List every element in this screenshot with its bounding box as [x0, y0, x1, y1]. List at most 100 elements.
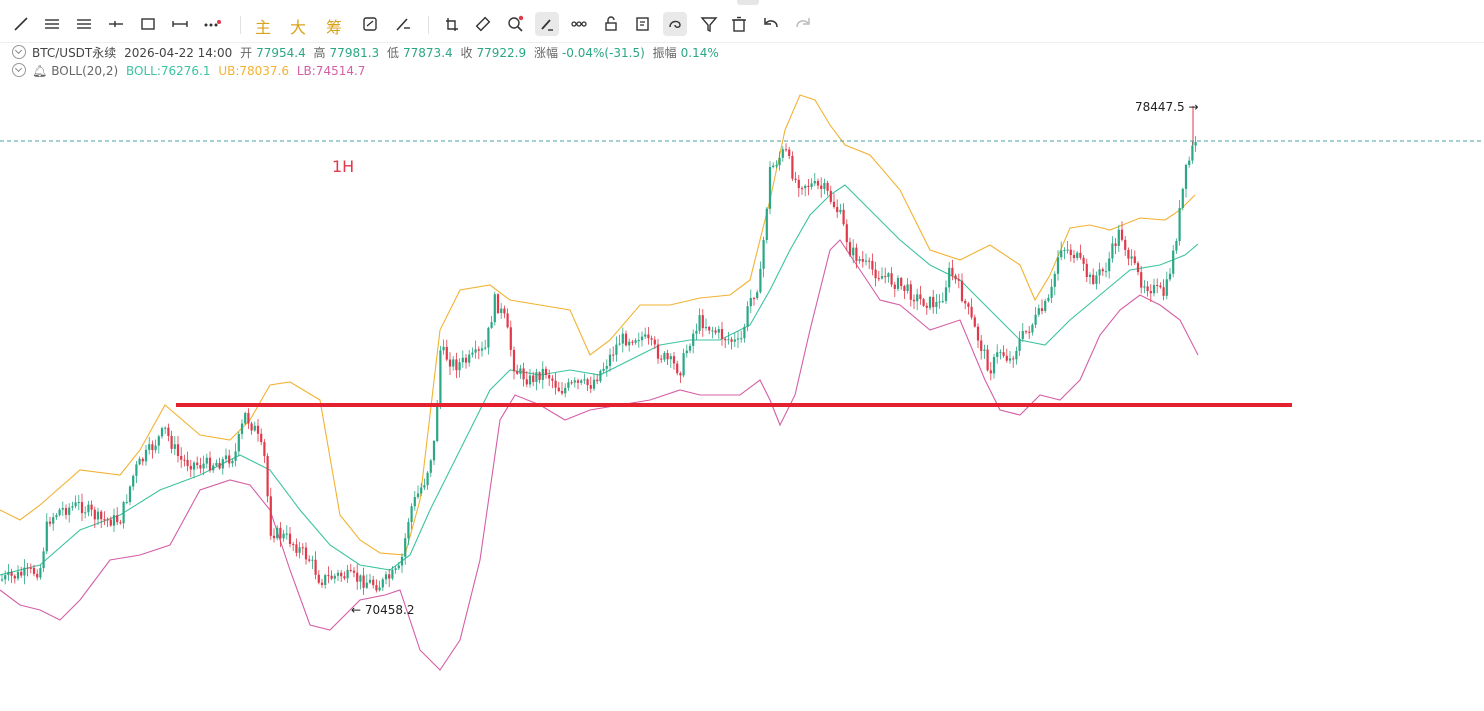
- candle-body: [765, 208, 768, 240]
- candle-body: [295, 544, 298, 553]
- candle-body: [218, 462, 221, 469]
- candle-body: [996, 352, 999, 358]
- candle-body: [868, 260, 871, 262]
- candle-body: [999, 352, 1002, 354]
- candle-body: [298, 547, 301, 553]
- candle-body: [148, 444, 151, 450]
- candle-body: [352, 570, 356, 573]
- candle-body: [4, 575, 7, 580]
- candle-body: [372, 579, 375, 586]
- candle-body: [1127, 249, 1130, 259]
- candle-body: [436, 403, 439, 441]
- candle-body: [820, 185, 823, 189]
- candle-body: [1028, 331, 1031, 333]
- candle-body: [615, 344, 618, 355]
- candle-body: [980, 340, 983, 351]
- candle-body: [1024, 331, 1028, 333]
- candle-body: [516, 371, 519, 374]
- candle-body: [253, 425, 256, 431]
- candle-body: [506, 313, 509, 328]
- candle-body: [132, 475, 135, 487]
- candle-body: [775, 165, 778, 167]
- candle-body: [186, 459, 189, 466]
- candle-body: [1005, 355, 1008, 361]
- candle-body: [231, 460, 234, 464]
- candle-body: [103, 519, 106, 521]
- candle-body: [359, 575, 362, 582]
- candle-body: [90, 504, 93, 510]
- candle-body: [471, 352, 474, 355]
- candle-body: [1152, 284, 1156, 294]
- candle-body: [64, 508, 68, 515]
- candle-body: [538, 372, 541, 380]
- candle-body: [279, 527, 282, 539]
- candle-body: [784, 149, 788, 151]
- candle-body: [877, 278, 880, 280]
- candle-body: [666, 353, 669, 360]
- candle-body: [1082, 257, 1085, 264]
- candle-body: [852, 247, 855, 256]
- candle-body: [941, 301, 944, 303]
- candle-body: [29, 567, 32, 569]
- candle-body: [887, 273, 890, 278]
- candle-body: [672, 356, 676, 364]
- candle-body: [442, 346, 445, 351]
- candle-body: [967, 303, 970, 307]
- candle-body: [640, 336, 644, 341]
- candle-body: [1053, 273, 1056, 287]
- candle-body: [560, 391, 564, 394]
- candle-body: [282, 533, 285, 539]
- candle-body: [567, 382, 570, 388]
- candle-body: [288, 533, 292, 545]
- candle-body: [493, 294, 496, 323]
- candle-body: [1037, 308, 1040, 315]
- candle-body: [349, 569, 352, 571]
- candle-body: [10, 571, 13, 576]
- candle-body: [292, 544, 295, 546]
- candle-body: [362, 575, 365, 588]
- candle-body: [1181, 188, 1184, 208]
- candle-body: [1002, 352, 1005, 356]
- candle-body: [912, 299, 916, 302]
- candle-body: [1130, 256, 1133, 259]
- candle-body: [525, 379, 528, 385]
- candle-body: [976, 326, 980, 341]
- bollinger-middle-band: [0, 184, 1199, 576]
- candle-body: [599, 370, 602, 382]
- candle-body: [327, 575, 330, 577]
- candle-body: [797, 179, 800, 189]
- candle-body: [807, 185, 810, 187]
- candle-body: [154, 445, 157, 451]
- candle-body: [0, 579, 4, 581]
- candle-body: [1008, 358, 1012, 361]
- candle-body: [429, 460, 432, 473]
- candle-body: [1098, 269, 1101, 276]
- candle-body: [848, 242, 852, 256]
- candle-body: [503, 308, 506, 314]
- candle-body: [61, 508, 64, 510]
- candle-body: [1175, 241, 1178, 251]
- candle-body: [618, 343, 621, 345]
- candle-body: [746, 306, 749, 327]
- candle-body: [455, 359, 458, 371]
- candle-body: [74, 502, 77, 507]
- candlestick-chart[interactable]: 78447.5 → ← 70458.2: [0, 0, 1484, 711]
- candle-body: [1060, 250, 1063, 258]
- candle-body: [269, 496, 272, 536]
- candle-body: [1184, 165, 1188, 189]
- candle-body: [80, 502, 84, 514]
- candle-body: [1063, 250, 1066, 252]
- candle-body: [519, 368, 522, 374]
- candle-body: [1012, 358, 1015, 360]
- candle-body: [551, 378, 554, 381]
- candle-body: [276, 527, 279, 539]
- candle-body: [743, 326, 746, 339]
- candle-body: [692, 333, 695, 346]
- candle-body: [336, 572, 340, 576]
- candle-body: [708, 326, 711, 331]
- candle-body: [244, 412, 247, 424]
- candle-body: [58, 509, 61, 516]
- candle-body: [1114, 243, 1117, 246]
- candle-body: [749, 297, 752, 307]
- candle-body: [464, 357, 468, 363]
